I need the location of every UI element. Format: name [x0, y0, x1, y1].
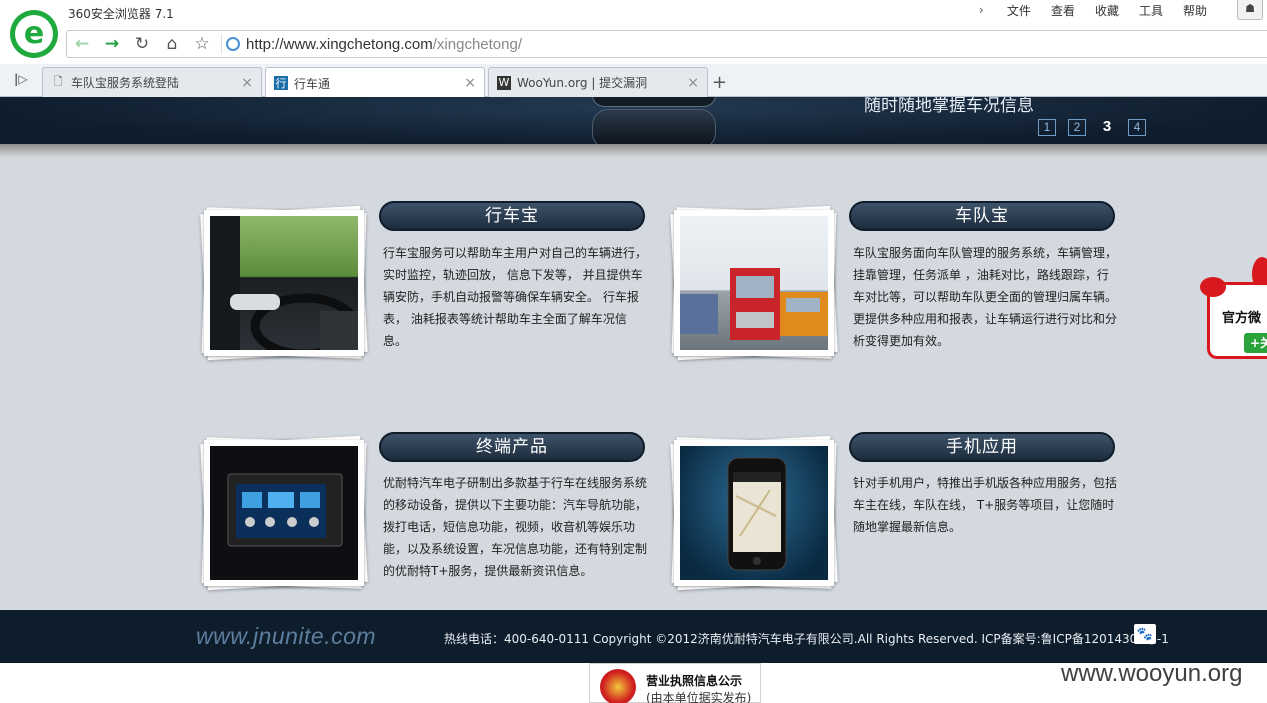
footer-logo[interactable]: www.jnunite.com — [196, 623, 376, 650]
weibo-follow-button[interactable]: +关 — [1244, 333, 1267, 353]
new-tab-button[interactable]: + — [712, 72, 727, 93]
mobile-phone-image — [680, 446, 828, 580]
card-desc-cheduibao: 车队宝服务面向车队管理的服务系统，车辆管理，挂靠管理，任务派单 ，油耗对比，路线… — [853, 246, 1118, 348]
business-license-badge[interactable]: 营业执照信息公示 (由本单位据实发布) — [589, 663, 761, 703]
tab-xingchetong[interactable]: 行 行车通 × — [265, 67, 485, 98]
card-desc-mobile: 针对手机用户，特推出手机版各种应用服务，包括车主在线，车队在线， T+服务等项目… — [853, 476, 1118, 534]
card-photo-cheduibao[interactable] — [670, 205, 838, 361]
title-bar: 360安全浏览器 7.1 › 文件 查看 收藏 工具 帮助 ☗ — [0, 0, 1267, 26]
card-title-xingchebao[interactable]: 行车宝 — [379, 201, 645, 231]
decor-shape — [800, 97, 850, 111]
wooyun-favicon-icon: W — [497, 75, 511, 90]
card-photo-terminal[interactable] — [200, 435, 368, 591]
car-navigation-device-image — [210, 446, 358, 580]
card-title-terminal[interactable]: 终端产品 — [379, 432, 645, 462]
banner-slogan: 随时随地掌握车况信息 — [864, 97, 1034, 116]
card-desc-xingchebao: 行车宝服务可以帮助车主用户对自己的车辆进行，实时监控，轨迹回放， 信息下发等， … — [383, 246, 648, 348]
refresh-button[interactable]: ↻ — [127, 31, 157, 57]
back-button[interactable]: ← — [67, 31, 97, 57]
tab-label: 行车通 — [294, 76, 331, 91]
weibo-follow-widget[interactable]: 官方微 +关 — [1200, 277, 1267, 359]
url-path: /xingchetong/ — [432, 35, 522, 53]
page-footer: www.jnunite.com 热线电话：400-640-0111 Copyri… — [0, 610, 1267, 663]
url-host: http://www.xingchetong.com — [246, 35, 433, 53]
weibo-label: 官方微 — [1222, 311, 1262, 326]
card-desc-terminal: 优耐特汽车电子研制出多款基于行车在线服务系统的移动设备，提供以下主要功能：汽车导… — [383, 476, 648, 578]
browser-window: 360安全浏览器 7.1 › 文件 查看 收藏 工具 帮助 ☗ e ← → ↻ … — [0, 0, 1267, 703]
card-photo-xingchebao[interactable] — [200, 205, 368, 361]
slide-page-4[interactable]: 4 — [1128, 119, 1146, 136]
banner-slideshow: 随时随地掌握车况信息 1 2 3 4 — [0, 97, 1267, 144]
favorite-star-button[interactable]: ☆ — [187, 31, 217, 57]
address-bar: ← → ↻ ⌂ ☆ http://www.xingchetong.com/xin… — [66, 30, 1267, 58]
decor-shape — [470, 97, 524, 105]
national-emblem-icon — [600, 669, 636, 703]
license-subtitle: (由本单位据实发布) — [646, 691, 752, 703]
slide-page-1[interactable]: 1 — [1038, 119, 1056, 136]
card-title-mobile[interactable]: 手机应用 — [849, 432, 1115, 462]
slide-pager: 1 2 3 4 — [1038, 119, 1146, 136]
close-icon[interactable]: × — [687, 75, 699, 91]
tab-wooyun[interactable]: W WooYun.org | 提交漏洞 × — [488, 67, 708, 97]
document-icon: 🗋 — [53, 75, 63, 88]
forward-button[interactable]: → — [97, 31, 127, 57]
url-input[interactable]: http://www.xingchetong.com/xingchetong/ — [246, 36, 522, 53]
menu-item-tools[interactable]: 工具 — [1129, 3, 1173, 19]
app-title: 360安全浏览器 7.1 — [68, 7, 174, 21]
footer-copyright: 热线电话：400-640-0111 Copyright ©2012济南优耐特汽车… — [444, 632, 1169, 646]
tab-label: WooYun.org | 提交漏洞 — [517, 76, 648, 90]
menu-item-view[interactable]: 查看 — [1041, 3, 1085, 19]
phone-graphic — [592, 109, 716, 144]
baidu-paw-icon[interactable]: 🐾 — [1134, 624, 1156, 644]
menu-item-favorites[interactable]: 收藏 — [1085, 3, 1129, 19]
close-icon[interactable]: × — [464, 75, 476, 91]
home-button[interactable]: ⌂ — [157, 31, 187, 57]
close-icon[interactable]: × — [241, 75, 253, 91]
sidebar-toggle-icon[interactable]: |▷ — [14, 72, 28, 86]
menu-bar: › 文件 查看 收藏 工具 帮助 — [979, 3, 1217, 19]
slide-page-3[interactable]: 3 — [1098, 119, 1116, 136]
card-photo-mobile[interactable] — [670, 435, 838, 591]
phone-graphic — [592, 97, 716, 107]
truck-cab-image — [210, 216, 358, 350]
watermark: www.wooyun.org — [1061, 660, 1243, 687]
truck-fleet-image — [680, 216, 828, 350]
menu-item-help[interactable]: 帮助 — [1173, 3, 1217, 19]
globe-icon — [226, 37, 240, 51]
divider — [221, 34, 222, 54]
menu-item-file[interactable]: 文件 — [997, 3, 1041, 19]
browser-logo-icon: e — [10, 10, 58, 58]
shirt-icon[interactable]: ☗ — [1237, 0, 1263, 20]
slide-page-2[interactable]: 2 — [1068, 119, 1086, 136]
speech-bubble-icon — [1200, 277, 1226, 297]
tab-fleet-login[interactable]: 🗋 车队宝服务系统登陆 × — [42, 67, 262, 97]
license-title: 营业执照信息公示 — [646, 674, 743, 688]
site-favicon-icon: 行 — [274, 76, 288, 90]
card-title-cheduibao[interactable]: 车队宝 — [849, 201, 1115, 231]
banner-shadow — [0, 144, 1267, 158]
tab-label: 车队宝服务系统登陆 — [71, 76, 180, 90]
tab-bar: |▷ 🗋 车队宝服务系统登陆 × 行 行车通 × W WooYun.org | … — [0, 64, 1267, 98]
navigation-bar: ← → ↻ ⌂ ☆ http://www.xingchetong.com/xin… — [0, 26, 1267, 64]
chevron-right-icon[interactable]: › — [979, 3, 997, 19]
